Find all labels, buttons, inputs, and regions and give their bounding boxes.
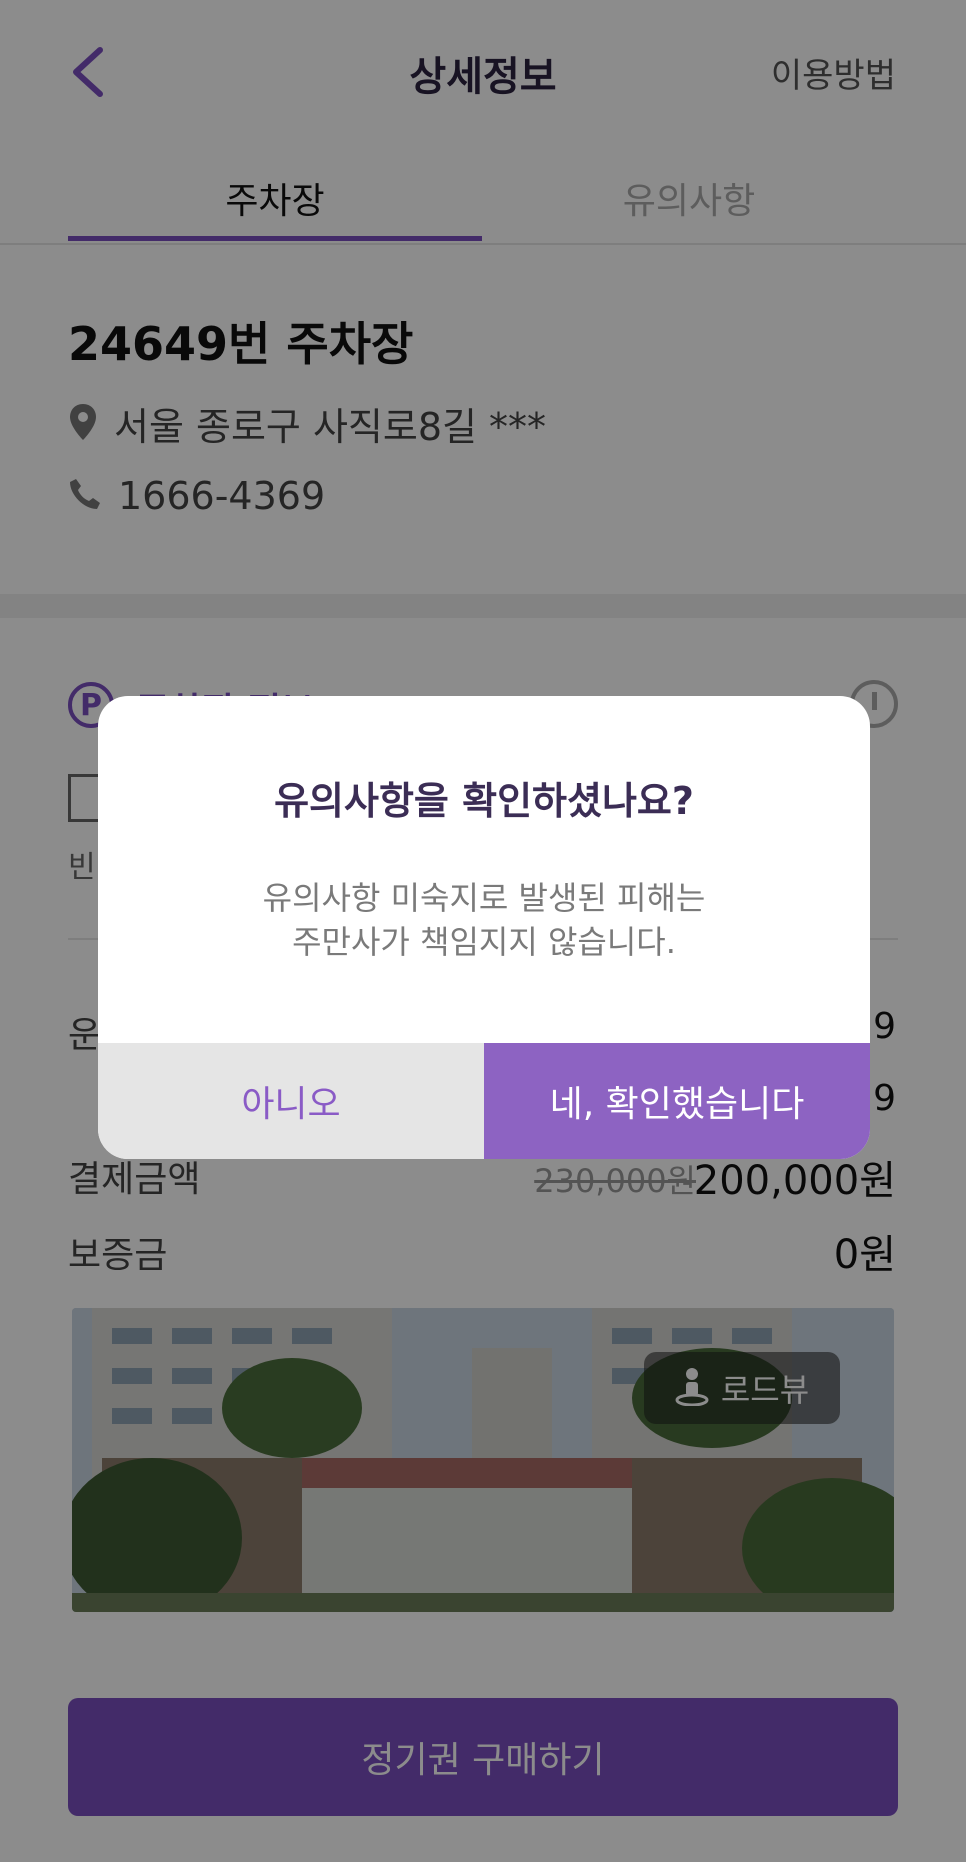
dialog-message-line-2: 주만사가 책임지지 않습니다.: [292, 923, 676, 961]
no-button[interactable]: 아니오: [98, 1043, 484, 1159]
dialog-title: 유의사항을 확인하셨나요?: [274, 779, 694, 823]
confirm-button[interactable]: 네, 확인했습니다: [484, 1043, 870, 1159]
dialog-message: 유의사항 미숙지로 발생된 피해는 주만사가 책임지지 않습니다.: [98, 876, 870, 964]
confirm-dialog: 유의사항을 확인하셨나요? 유의사항 미숙지로 발생된 피해는 주만사가 책임지…: [98, 696, 870, 1159]
dialog-message-line-1: 유의사항 미숙지로 발생된 피해는: [262, 879, 706, 917]
